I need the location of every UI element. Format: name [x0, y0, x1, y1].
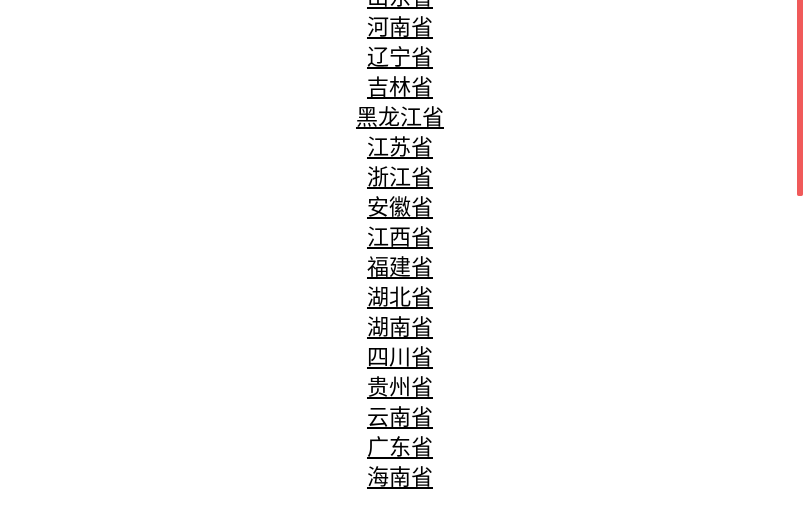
province-link-sichuan[interactable]: 四川省 [367, 346, 433, 371]
province-link-zhejiang[interactable]: 浙江省 [367, 166, 433, 191]
list-item: 广东省 [0, 434, 800, 464]
list-item: 四川省 [0, 344, 800, 374]
list-item: 黑龙江省 [0, 104, 800, 134]
list-item: 山东省 [0, 0, 800, 14]
list-item: 江苏省 [0, 134, 800, 164]
list-item: 浙江省 [0, 164, 800, 194]
list-item: 河南省 [0, 14, 800, 44]
province-link-guizhou[interactable]: 贵州省 [367, 376, 433, 401]
list-item: 福建省 [0, 254, 800, 284]
province-link-hainan[interactable]: 海南省 [367, 466, 433, 491]
list-item: 湖南省 [0, 314, 800, 344]
list-item: 吉林省 [0, 74, 800, 104]
province-link-jiangsu[interactable]: 江苏省 [367, 136, 433, 161]
province-link-guangdong[interactable]: 广东省 [367, 436, 433, 461]
list-item: 云南省 [0, 404, 800, 434]
province-link-fujian[interactable]: 福建省 [367, 256, 433, 281]
list-item: 海南省 [0, 464, 800, 494]
scrollbar-thumb[interactable] [797, 0, 803, 196]
list-item: 江西省 [0, 224, 800, 254]
province-link-henan[interactable]: 河南省 [367, 16, 433, 41]
province-link-list: 山东省 河南省 辽宁省 吉林省 黑龙江省 江苏省 浙江省 安徽省 江西省 福建省… [0, 0, 800, 494]
province-link-hubei[interactable]: 湖北省 [367, 286, 433, 311]
list-item: 湖北省 [0, 284, 800, 314]
province-link-shandong[interactable]: 山东省 [367, 0, 433, 11]
province-link-liaoning[interactable]: 辽宁省 [367, 46, 433, 71]
province-link-anhui[interactable]: 安徽省 [367, 196, 433, 221]
province-link-heilongjiang[interactable]: 黑龙江省 [356, 106, 444, 131]
province-link-yunnan[interactable]: 云南省 [367, 406, 433, 431]
list-item: 贵州省 [0, 374, 800, 404]
province-link-jiangxi[interactable]: 江西省 [367, 226, 433, 251]
list-item: 辽宁省 [0, 44, 800, 74]
list-item: 安徽省 [0, 194, 800, 224]
province-link-jilin[interactable]: 吉林省 [367, 76, 433, 101]
province-link-hunan[interactable]: 湖南省 [367, 316, 433, 341]
